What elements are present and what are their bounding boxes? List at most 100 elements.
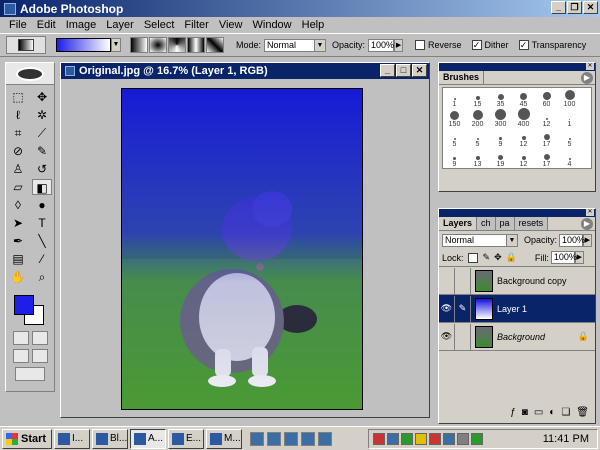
gradient-tool-icon[interactable]: ◧ <box>32 179 52 195</box>
brush-preset[interactable]: 12 <box>512 148 535 168</box>
history-brush-tool-icon[interactable]: ↺ <box>32 161 52 177</box>
quick-mask-mode-button[interactable] <box>31 331 48 345</box>
brush-preset[interactable]: 5 <box>466 128 489 148</box>
line-tool-icon[interactable]: ╲ <box>32 233 52 249</box>
brush-preset[interactable]: 9 <box>443 148 466 168</box>
desktop-quicklaunch-icon[interactable] <box>284 431 298 446</box>
tool-preset-picker[interactable] <box>6 36 46 54</box>
brush-preset[interactable]: 15 <box>466 88 489 108</box>
minimize-button[interactable]: _ <box>551 1 566 14</box>
taskbar-window-button[interactable]: M... <box>206 428 242 449</box>
brush-preset[interactable]: 400 <box>512 108 535 128</box>
brush-tool-icon[interactable]: ✎ <box>32 143 52 159</box>
foreground-color-swatch[interactable] <box>14 295 34 315</box>
visibility-eye-icon[interactable] <box>439 267 455 294</box>
layer-row[interactable]: 👁 ✎ Layer 1 <box>439 295 595 323</box>
adobe-online-icon[interactable] <box>16 66 44 81</box>
menu-edit[interactable]: Edit <box>32 19 61 31</box>
brush-preset[interactable]: 150 <box>443 108 466 128</box>
dither-option[interactable]: ✓ Dither <box>471 40 509 50</box>
layer-link-icon[interactable] <box>455 267 471 294</box>
taskbar-window-button[interactable]: Bl... <box>92 428 128 449</box>
lock-pixels-icon[interactable]: ✎ <box>483 252 491 263</box>
lock-transparency-checkbox[interactable] <box>467 252 478 263</box>
layer-opacity-field[interactable]: 100% <box>559 233 585 247</box>
menu-view[interactable]: View <box>214 19 248 31</box>
doc-close-button[interactable]: ✕ <box>412 64 427 77</box>
tray-icon[interactable] <box>471 433 483 445</box>
zoom-tool-icon[interactable]: ⌕ <box>32 269 52 285</box>
brush-preset[interactable]: 45 <box>512 88 535 108</box>
jump-to-imageready-button[interactable] <box>15 367 45 381</box>
layer-link-icon[interactable]: ✎ <box>455 295 471 322</box>
tray-icon[interactable] <box>415 433 427 445</box>
layer-link-icon[interactable] <box>455 323 471 350</box>
menu-window[interactable]: Window <box>248 19 297 31</box>
eyedropper-tool-icon[interactable]: ⁄ <box>32 251 52 267</box>
brush-preset[interactable]: 5 <box>443 128 466 148</box>
menu-select[interactable]: Select <box>139 19 180 31</box>
layer-row[interactable]: Background copy <box>439 267 595 295</box>
tray-icon[interactable] <box>443 433 455 445</box>
standard-mode-button[interactable] <box>12 331 29 345</box>
tab-paths[interactable]: pa <box>495 217 515 230</box>
brush-preset[interactable]: 13 <box>466 148 489 168</box>
brush-preset[interactable]: 12 <box>512 128 535 148</box>
volume-icon[interactable] <box>457 433 469 445</box>
transparency-option[interactable]: ✓ Transparency <box>518 40 586 50</box>
screen-mode-standard-button[interactable] <box>12 349 29 363</box>
add-mask-icon[interactable]: ◙ <box>522 407 528 421</box>
taskbar-window-button[interactable]: E... <box>168 428 204 449</box>
brush-preset[interactable]: 9 <box>489 128 512 148</box>
reflected-gradient-button[interactable] <box>187 37 205 53</box>
menu-image[interactable]: Image <box>61 19 102 31</box>
reverse-option[interactable]: Reverse <box>415 40 462 50</box>
tray-icon[interactable] <box>401 433 413 445</box>
path-selection-tool-icon[interactable]: ➤ <box>8 215 28 231</box>
brush-preset[interactable]: 17 <box>535 148 558 168</box>
brush-preset[interactable]: 1 <box>443 88 466 108</box>
taskbar-window-button[interactable]: A... <box>130 428 166 449</box>
pen-tool-icon[interactable]: ✒ <box>8 233 28 249</box>
canvas-area[interactable] <box>61 80 429 417</box>
diamond-gradient-button[interactable] <box>206 37 224 53</box>
lasso-tool-icon[interactable]: ℓ <box>8 107 28 123</box>
dodge-tool-icon[interactable]: ● <box>32 197 52 213</box>
slice-tool-icon[interactable]: ⟋ <box>32 125 52 141</box>
layers-close-icon[interactable]: ✕ <box>586 209 594 216</box>
brush-preset[interactable]: 17 <box>535 128 558 148</box>
clock[interactable]: 11:41 PM <box>543 433 589 445</box>
brush-preset[interactable]: 60 <box>535 88 558 108</box>
start-button[interactable]: Start <box>2 428 52 449</box>
blend-mode-select[interactable]: Normal ▼ <box>442 233 518 247</box>
tray-icon[interactable] <box>429 433 441 445</box>
media-quicklaunch-icon[interactable] <box>301 431 315 446</box>
new-set-icon[interactable]: ▭ <box>534 407 543 421</box>
doc-minimize-button[interactable]: _ <box>380 64 395 77</box>
app-quicklaunch-icon[interactable] <box>318 431 332 446</box>
blur-tool-icon[interactable]: ◊ <box>8 197 28 213</box>
tray-icon[interactable] <box>387 433 399 445</box>
toolbox-header[interactable] <box>6 63 54 85</box>
add-style-icon[interactable]: ƒ <box>510 407 516 421</box>
tab-layers[interactable]: Layers <box>439 217 478 230</box>
opacity-slider-arrow[interactable]: ▶ <box>394 38 404 52</box>
move-tool-icon[interactable]: ✥ <box>32 89 52 105</box>
brush-preset[interactable]: 35 <box>489 88 512 108</box>
healing-brush-tool-icon[interactable]: ⊘ <box>8 143 28 159</box>
brush-preset[interactable]: 5 <box>558 128 581 148</box>
brush-preset[interactable]: 12 <box>535 108 558 128</box>
tab-brushes[interactable]: Brushes <box>439 71 485 84</box>
fill-field[interactable]: 100% <box>550 251 577 264</box>
menu-filter[interactable]: Filter <box>179 19 213 31</box>
visibility-eye-icon[interactable]: 👁 <box>439 295 455 322</box>
gradient-swatch[interactable] <box>56 38 111 52</box>
image-canvas[interactable] <box>121 88 363 410</box>
transparency-checkbox[interactable]: ✓ <box>518 40 529 50</box>
gradient-picker-arrow[interactable]: ▼ <box>111 38 121 52</box>
tab-channels[interactable]: ch <box>477 217 496 230</box>
lock-all-icon[interactable]: 🔒 <box>506 252 517 263</box>
reverse-checkbox[interactable] <box>415 40 426 50</box>
brush-preset[interactable]: 4 <box>558 148 581 168</box>
visibility-eye-icon[interactable]: 👁 <box>439 323 455 350</box>
